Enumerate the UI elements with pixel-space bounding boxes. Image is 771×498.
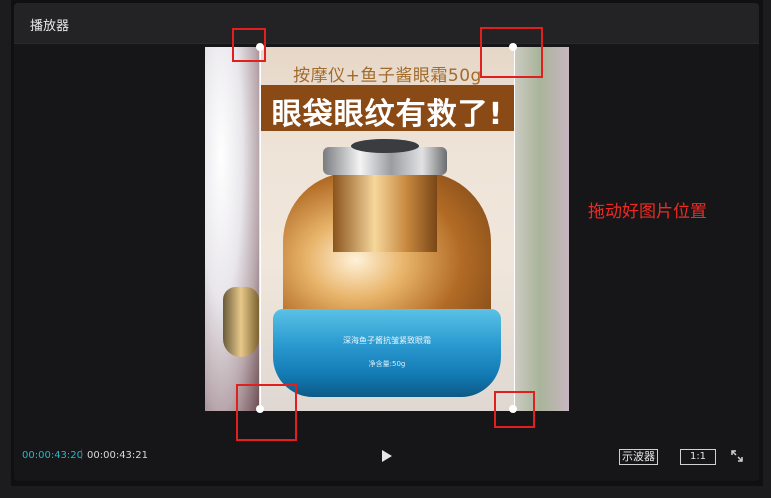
player-header: 播放器 [14, 3, 759, 44]
player-title: 播放器 [30, 19, 70, 34]
product-jar-weight: 净含量:50g [368, 360, 406, 368]
preview-banner-text: 眼袋眼纹有救了! [271, 97, 504, 132]
background-jar [223, 287, 259, 357]
scope-button[interactable]: 示波器 [619, 449, 658, 465]
background-figure [205, 47, 259, 411]
preview-top-caption: 按摩仪+鱼子酱眼霜50g [293, 66, 482, 86]
product-jar-base [273, 309, 501, 397]
annotation-box-top-left [232, 28, 266, 62]
ratio-button[interactable]: 1:1 [680, 449, 716, 465]
crop-region[interactable]: 按摩仪+鱼子酱眼霜50g 眼袋眼纹有救了! 深海鱼子酱抗皱紧致眼霜 净含量:50… [260, 47, 515, 411]
play-icon[interactable] [381, 449, 393, 463]
annotation-hint-text: 拖动好图片位置 [588, 202, 707, 222]
left-panel-edge [0, 0, 11, 498]
annotation-box-top-right [480, 27, 543, 78]
product-jar-neck [333, 172, 437, 252]
product-jar-cap-top [351, 139, 419, 153]
bottom-strip [0, 486, 771, 498]
current-time: 00:00:43:20 [22, 450, 84, 461]
total-time: 00:00:43:21 [87, 450, 149, 461]
right-panel-edge [763, 0, 771, 498]
time-separator: | [80, 449, 84, 460]
annotation-box-bottom-left [236, 384, 297, 441]
product-jar-label: 深海鱼子酱抗皱紧致眼霜 [343, 336, 431, 345]
annotation-box-bottom-right [494, 391, 535, 428]
fullscreen-icon[interactable] [731, 450, 743, 462]
